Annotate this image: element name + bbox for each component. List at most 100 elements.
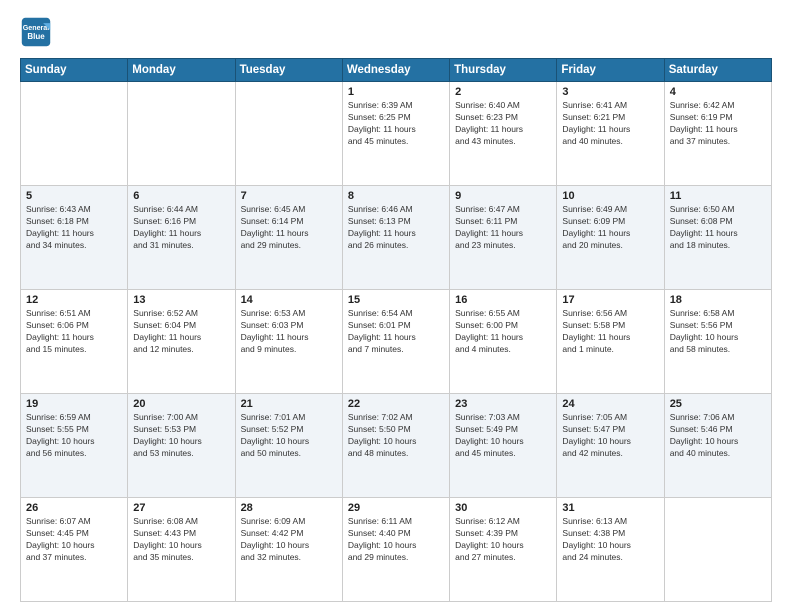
day-info: Sunrise: 6:51 AM Sunset: 6:06 PM Dayligh… — [26, 308, 122, 356]
calendar-cell: 1 Sunrise: 6:39 AM Sunset: 6:25 PM Daylig… — [342, 82, 449, 186]
day-info: Sunrise: 6:41 AM Sunset: 6:21 PM Dayligh… — [562, 100, 658, 148]
day-info: Sunrise: 7:03 AM Sunset: 5:49 PM Dayligh… — [455, 412, 551, 460]
weekday-header-tuesday: Tuesday — [235, 59, 342, 82]
weekday-header-sunday: Sunday — [21, 59, 128, 82]
calendar-cell: 6 Sunrise: 6:44 AM Sunset: 6:16 PM Daylig… — [128, 186, 235, 290]
calendar-cell: 28 Sunrise: 6:09 AM Sunset: 4:42 PM Dayli… — [235, 498, 342, 602]
day-number: 5 — [26, 190, 122, 202]
calendar-cell: 31Sunrise: 6:13 AM Sunset: 4:38 PM Dayli… — [557, 498, 664, 602]
calendar-cell: 4 Sunrise: 6:42 AM Sunset: 6:19 PM Daylig… — [664, 82, 771, 186]
day-number: 3 — [562, 86, 658, 98]
calendar-cell: 22Sunrise: 7:02 AM Sunset: 5:50 PM Dayli… — [342, 394, 449, 498]
calendar-cell: 29 Sunrise: 6:11 AM Sunset: 4:40 PM Dayli… — [342, 498, 449, 602]
day-number: 11 — [670, 190, 766, 202]
calendar-cell: 20 Sunrise: 7:00 AM Sunset: 5:53 PM Dayli… — [128, 394, 235, 498]
day-info: Sunrise: 6:46 AM Sunset: 6:13 PM Dayligh… — [348, 204, 444, 252]
calendar-week-5: 26 Sunrise: 6:07 AM Sunset: 4:45 PM Dayli… — [21, 498, 772, 602]
calendar-cell: 17 Sunrise: 6:56 AM Sunset: 5:58 PM Dayli… — [557, 290, 664, 394]
day-info: Sunrise: 6:12 AM Sunset: 4:39 PM Dayligh… — [455, 516, 551, 564]
day-number: 20 — [133, 398, 229, 410]
day-info: Sunrise: 6:59 AM Sunset: 5:55 PM Dayligh… — [26, 412, 122, 460]
logo: General Blue — [20, 16, 52, 48]
page: General Blue SundayMondayTuesdayWednesda… — [0, 0, 792, 612]
day-info: Sunrise: 6:56 AM Sunset: 5:58 PM Dayligh… — [562, 308, 658, 356]
day-number: 27 — [133, 502, 229, 514]
calendar-cell: 12 Sunrise: 6:51 AM Sunset: 6:06 PM Dayli… — [21, 290, 128, 394]
calendar-week-2: 5 Sunrise: 6:43 AM Sunset: 6:18 PM Daylig… — [21, 186, 772, 290]
logo-icon: General Blue — [20, 16, 52, 48]
calendar-cell: 25Sunrise: 7:06 AM Sunset: 5:46 PM Dayli… — [664, 394, 771, 498]
calendar-cell: 8 Sunrise: 6:46 AM Sunset: 6:13 PM Daylig… — [342, 186, 449, 290]
day-number: 30 — [455, 502, 551, 514]
day-number: 24 — [562, 398, 658, 410]
day-info: Sunrise: 7:05 AM Sunset: 5:47 PM Dayligh… — [562, 412, 658, 460]
day-number: 26 — [26, 502, 122, 514]
day-number: 1 — [348, 86, 444, 98]
day-number: 18 — [670, 294, 766, 306]
day-info: Sunrise: 6:09 AM Sunset: 4:42 PM Dayligh… — [241, 516, 337, 564]
calendar-cell — [21, 82, 128, 186]
day-number: 21 — [241, 398, 337, 410]
day-number: 10 — [562, 190, 658, 202]
day-number: 4 — [670, 86, 766, 98]
day-info: Sunrise: 6:44 AM Sunset: 6:16 PM Dayligh… — [133, 204, 229, 252]
calendar-table: SundayMondayTuesdayWednesdayThursdayFrid… — [20, 58, 772, 602]
day-number: 31 — [562, 502, 658, 514]
day-info: Sunrise: 6:53 AM Sunset: 6:03 PM Dayligh… — [241, 308, 337, 356]
day-info: Sunrise: 6:58 AM Sunset: 5:56 PM Dayligh… — [670, 308, 766, 356]
day-number: 9 — [455, 190, 551, 202]
calendar-cell: 26 Sunrise: 6:07 AM Sunset: 4:45 PM Dayli… — [21, 498, 128, 602]
day-number: 17 — [562, 294, 658, 306]
calendar-cell — [235, 82, 342, 186]
calendar-cell: 21 Sunrise: 7:01 AM Sunset: 5:52 PM Dayli… — [235, 394, 342, 498]
calendar-week-3: 12 Sunrise: 6:51 AM Sunset: 6:06 PM Dayli… — [21, 290, 772, 394]
calendar-cell: 9 Sunrise: 6:47 AM Sunset: 6:11 PM Daylig… — [450, 186, 557, 290]
weekday-header-thursday: Thursday — [450, 59, 557, 82]
day-number: 12 — [26, 294, 122, 306]
day-info: Sunrise: 6:45 AM Sunset: 6:14 PM Dayligh… — [241, 204, 337, 252]
day-number: 13 — [133, 294, 229, 306]
day-info: Sunrise: 6:43 AM Sunset: 6:18 PM Dayligh… — [26, 204, 122, 252]
calendar-cell — [128, 82, 235, 186]
calendar-cell: 14 Sunrise: 6:53 AM Sunset: 6:03 PM Dayli… — [235, 290, 342, 394]
calendar-cell: 15 Sunrise: 6:54 AM Sunset: 6:01 PM Dayli… — [342, 290, 449, 394]
day-number: 28 — [241, 502, 337, 514]
day-info: Sunrise: 6:39 AM Sunset: 6:25 PM Dayligh… — [348, 100, 444, 148]
calendar-cell: 23 Sunrise: 7:03 AM Sunset: 5:49 PM Dayli… — [450, 394, 557, 498]
calendar-cell: 10Sunrise: 6:49 AM Sunset: 6:09 PM Dayli… — [557, 186, 664, 290]
day-number: 25 — [670, 398, 766, 410]
weekday-header-saturday: Saturday — [664, 59, 771, 82]
day-number: 19 — [26, 398, 122, 410]
weekday-header-wednesday: Wednesday — [342, 59, 449, 82]
calendar-cell: 13Sunrise: 6:52 AM Sunset: 6:04 PM Dayli… — [128, 290, 235, 394]
calendar-cell: 5 Sunrise: 6:43 AM Sunset: 6:18 PM Daylig… — [21, 186, 128, 290]
calendar-cell: 24 Sunrise: 7:05 AM Sunset: 5:47 PM Dayli… — [557, 394, 664, 498]
day-number: 29 — [348, 502, 444, 514]
day-info: Sunrise: 6:47 AM Sunset: 6:11 PM Dayligh… — [455, 204, 551, 252]
calendar-cell: 30 Sunrise: 6:12 AM Sunset: 4:39 PM Dayli… — [450, 498, 557, 602]
day-info: Sunrise: 6:42 AM Sunset: 6:19 PM Dayligh… — [670, 100, 766, 148]
day-info: Sunrise: 6:11 AM Sunset: 4:40 PM Dayligh… — [348, 516, 444, 564]
day-number: 15 — [348, 294, 444, 306]
day-number: 8 — [348, 190, 444, 202]
calendar-cell: 3 Sunrise: 6:41 AM Sunset: 6:21 PM Daylig… — [557, 82, 664, 186]
day-info: Sunrise: 6:08 AM Sunset: 4:43 PM Dayligh… — [133, 516, 229, 564]
calendar-week-4: 19 Sunrise: 6:59 AM Sunset: 5:55 PM Dayli… — [21, 394, 772, 498]
calendar-cell: 11Sunrise: 6:50 AM Sunset: 6:08 PM Dayli… — [664, 186, 771, 290]
day-number: 14 — [241, 294, 337, 306]
day-info: Sunrise: 6:54 AM Sunset: 6:01 PM Dayligh… — [348, 308, 444, 356]
calendar-cell: 27 Sunrise: 6:08 AM Sunset: 4:43 PM Dayli… — [128, 498, 235, 602]
day-number: 6 — [133, 190, 229, 202]
day-info: Sunrise: 6:07 AM Sunset: 4:45 PM Dayligh… — [26, 516, 122, 564]
calendar-cell: 19 Sunrise: 6:59 AM Sunset: 5:55 PM Dayli… — [21, 394, 128, 498]
day-info: Sunrise: 7:01 AM Sunset: 5:52 PM Dayligh… — [241, 412, 337, 460]
svg-text:General: General — [23, 24, 50, 32]
day-info: Sunrise: 7:00 AM Sunset: 5:53 PM Dayligh… — [133, 412, 229, 460]
weekday-header-monday: Monday — [128, 59, 235, 82]
day-info: Sunrise: 6:55 AM Sunset: 6:00 PM Dayligh… — [455, 308, 551, 356]
day-number: 23 — [455, 398, 551, 410]
day-number: 22 — [348, 398, 444, 410]
day-number: 2 — [455, 86, 551, 98]
calendar-cell — [664, 498, 771, 602]
calendar-week-1: 1 Sunrise: 6:39 AM Sunset: 6:25 PM Daylig… — [21, 82, 772, 186]
